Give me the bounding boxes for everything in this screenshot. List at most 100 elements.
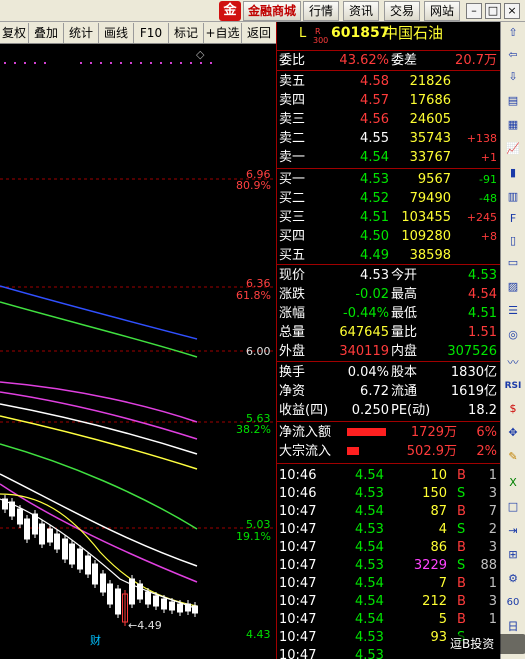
overlay-button[interactable]: 叠加 [29,23,64,43]
ask-volume: 21826 [409,74,451,89]
fundamental-label: 流通 [391,384,418,399]
website-tab[interactable]: 网站 [424,1,460,21]
line-chart-icon[interactable]: 📈 [504,140,522,158]
60-icon[interactable]: 60 [504,594,522,612]
ask-change: +138 [466,132,497,145]
stock-code[interactable]: 601857 [331,24,389,43]
mark-button[interactable]: 标记 [169,23,204,43]
stat-label: 总量 [279,325,306,340]
tick-side: B [457,504,466,519]
tick-row: 10:47 4.54 5 B 1 [277,610,501,629]
bars-icon[interactable]: ▯ [504,232,522,250]
excel-icon[interactable]: X [504,474,522,492]
ask-row[interactable]: 卖一 4.54 33767 +1 [277,148,501,167]
ask-price: 4.57 [360,93,389,108]
ask-volume: 35743 [409,131,451,146]
report-icon[interactable]: ▤ [504,92,522,110]
expand-icon[interactable]: ⊞ [504,546,522,564]
mall-button[interactable]: 金融商城 [243,1,301,21]
stock-name[interactable]: 中国石油 [383,24,443,43]
tick-time: 10:47 [279,576,317,591]
f10-button[interactable]: F10 [134,23,169,43]
ask-row[interactable]: 卖二 4.55 35743 +138 [277,129,501,148]
ma-line-yellow-lower [0,493,198,607]
settings-icon[interactable]: ⚙ [504,570,522,588]
square-icon[interactable]: □ [504,498,522,516]
back-button[interactable]: 返回 [242,23,276,43]
wave-icon[interactable]: 〰 [504,354,522,372]
dollar-icon[interactable]: $ [504,400,522,418]
ask-row[interactable]: 卖四 4.57 17686 [277,91,501,110]
app-logo-icon: 金 [219,1,241,21]
bid-volume: 109280 [401,229,451,244]
bid-row[interactable]: 买二 4.52 79490 -48 [277,189,501,208]
candle-body [9,501,15,517]
bid-change: +245 [466,211,497,224]
news-tab[interactable]: 资讯 [343,1,379,21]
circle-icon[interactable]: ◎ [504,326,522,344]
list-icon[interactable]: ☰ [504,302,522,320]
candle-icon[interactable]: ▮ [504,164,522,182]
grid-icon[interactable]: ▥ [504,188,522,206]
add-watchlist-button[interactable]: +自选 [204,23,242,43]
minimize-icon[interactable]: – [466,3,482,19]
fundamental-row: 换手 0.04% 股本 1830亿 [277,363,501,382]
tick-time: 10:47 [279,630,317,645]
bid-row[interactable]: 买一 4.53 9567 -91 [277,170,501,189]
stat-label: 最高 [391,287,418,302]
ask-price: 4.54 [360,150,389,165]
draw-line-button[interactable]: 画线 [99,23,134,43]
table-icon[interactable]: ▦ [504,116,522,134]
ask-row[interactable]: 卖三 4.56 24605 [277,110,501,129]
chart-icon[interactable]: ▨ [504,278,522,296]
kline-chart[interactable]: ◇ 6.96 80.9% 6.36 61.8% 6.00 5.63 38.2% … [0,44,276,659]
tick-side: S [457,486,466,501]
ma-line-magenta-2 [0,391,198,440]
ask-row[interactable]: 卖五 4.58 21826 [277,72,501,91]
rsi-icon[interactable]: RSI [504,377,522,395]
move-icon[interactable]: ✥ [504,424,522,442]
bid-row[interactable]: 买五 4.49 38598 [277,246,501,265]
ask-volume: 17686 [409,93,451,108]
statistics-button[interactable]: 统计 [64,23,99,43]
tick-price: 4.54 [355,594,384,609]
tick-time: 10:47 [279,648,317,659]
ask-price: 4.56 [360,112,389,127]
close-icon[interactable]: × [504,3,520,19]
tool-sidebar: ⇧ ⇦ ⇩ ▤ ▦ 📈 ▮ ▥ F ▯ ▭ ▨ ☰ ◎ 〰 RSI $ ✥ ✎ … [500,22,525,659]
bid-row[interactable]: 买三 4.51 103455 +245 [277,208,501,227]
fundamental-value: 1830亿 [450,365,497,380]
document-icon[interactable]: ▭ [504,254,522,272]
stat-label: 现价 [279,268,306,283]
pct-label-2: 61.8% [236,289,271,302]
export-icon[interactable]: ⇥ [504,522,522,540]
tick-price: 4.54 [355,540,384,555]
stat-label: 涨幅 [279,306,306,321]
candle-body [2,498,8,510]
restore-icon[interactable]: □ [485,3,501,19]
quotes-tab[interactable]: 行情 [303,1,339,21]
ask-label: 卖三 [279,112,306,127]
tick-time: 10:46 [279,486,317,501]
f10-icon[interactable]: F [504,210,522,228]
pencil-icon[interactable]: ✎ [504,448,522,466]
bid-row[interactable]: 买四 4.50 109280 +8 [277,227,501,246]
stat-label: 外盘 [279,344,306,359]
order-ratio-label: 委比 [279,53,306,68]
fundamental-label: 收益(四) [279,403,329,418]
candle-body [77,548,83,570]
trade-tab[interactable]: 交易 [384,1,420,21]
down-arrow-icon[interactable]: ⇩ [504,68,522,86]
fundamental-value: 0.250 [351,403,389,418]
up-arrow-icon[interactable]: ⇧ [504,24,522,42]
stat-value: 4.51 [468,306,497,321]
tick-price: 4.53 [355,522,384,537]
fund-flow-value: 1729万 [410,425,457,440]
order-ratio-row: 委比 43.62% 委差 20.7万 [277,51,501,70]
candle-body [137,583,143,600]
ma-line-magenta-1 [0,381,198,423]
tick-count: 3 [488,540,497,555]
adjust-button[interactable]: 复权 [0,23,29,43]
left-arrow-icon[interactable]: ⇦ [504,46,522,64]
candle-body [115,588,121,615]
